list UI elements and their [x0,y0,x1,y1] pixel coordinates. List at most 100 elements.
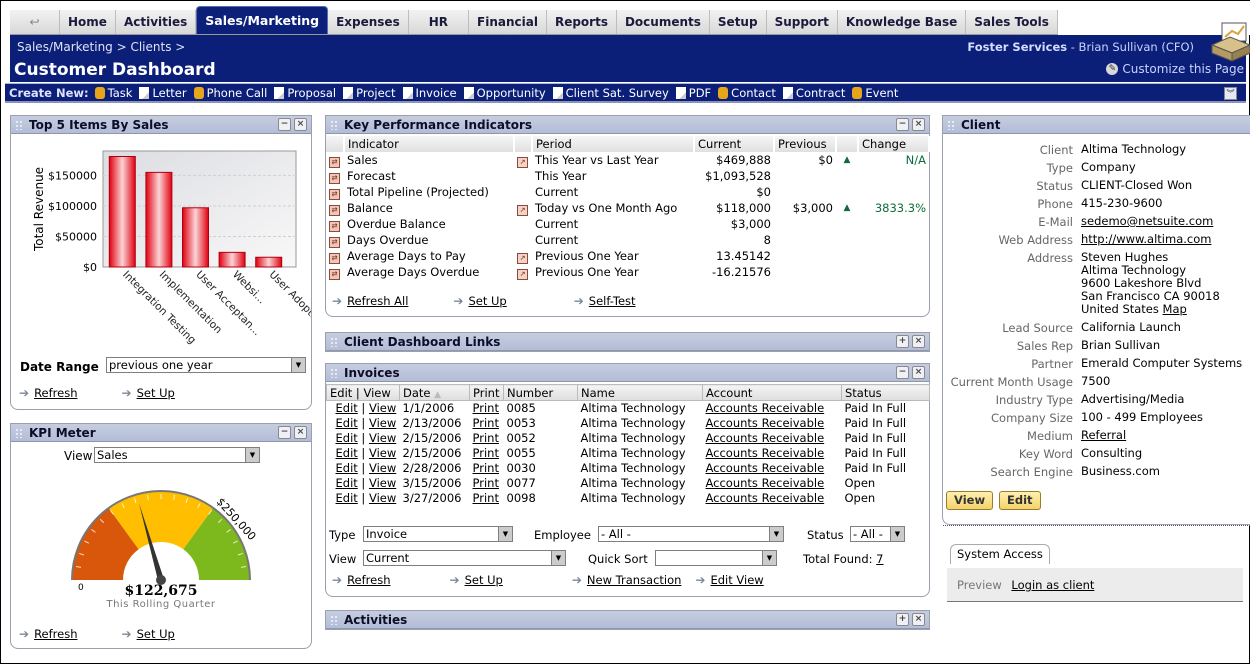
new-transaction-link[interactable]: ➔ New Transaction [572,573,682,587]
refresh-label[interactable]: Refresh [347,573,390,587]
minimize-icon[interactable]: − [896,366,909,379]
tab-support[interactable]: Support [767,10,838,34]
kpi-options-icon[interactable]: ⇄ [329,221,340,232]
print-link[interactable]: Print [473,401,499,415]
self-test-link[interactable]: ➔ Self-Test [574,294,636,308]
view-link[interactable]: View [369,476,396,490]
kpi-options-icon[interactable]: ⇄ [329,253,340,264]
minimize-icon[interactable]: − [278,118,291,131]
close-icon[interactable]: × [912,613,925,626]
bar[interactable] [145,171,173,268]
edit-link[interactable]: Edit [336,431,358,445]
account-link[interactable]: Accounts Receivable [706,431,825,445]
view-link[interactable]: View [369,401,396,415]
setup-link[interactable]: ➔ Set Up [122,386,175,400]
create-event-link[interactable]: Event [852,86,898,100]
drag-handle-icon[interactable] [15,119,23,130]
portlet-header[interactable]: KPI Meter − × [11,424,311,442]
self-test-label[interactable]: Self-Test [589,294,636,308]
create-opportunity-link[interactable]: Opportunity [463,86,546,100]
kpi-options-icon[interactable]: ⇄ [329,269,340,280]
view-link[interactable]: View [369,491,396,505]
drag-handle-icon[interactable] [330,367,338,378]
print-link[interactable]: Print [473,416,499,430]
kpi-options-icon[interactable]: ⇄ [329,237,340,248]
expand-icon[interactable]: + [896,335,909,348]
account-link[interactable]: Accounts Receivable [706,491,825,505]
tab-hr[interactable]: HR [409,10,470,34]
edit-link[interactable]: Edit [336,491,358,505]
refresh-link[interactable]: ➔ Refresh [332,573,391,587]
view-button[interactable]: View [946,491,994,510]
create-pdf-link[interactable]: PDF [675,86,711,100]
print-link[interactable]: Print [473,431,499,445]
bar[interactable] [218,251,246,268]
minimize-icon[interactable]: − [896,118,909,131]
breadcrumb[interactable]: Sales/Marketing > Clients > [17,40,185,54]
edit-link[interactable]: Edit [336,416,358,430]
create-contract-link[interactable]: Contract [782,86,845,100]
create-project-link[interactable]: Project [343,86,396,100]
close-icon[interactable]: × [912,118,925,131]
kpi-options-icon[interactable]: ⇄ [329,157,340,168]
setup-link[interactable]: ➔ Set Up [453,294,506,308]
account-link[interactable]: Accounts Receivable [706,401,825,415]
edit-link[interactable]: Edit [336,446,358,460]
account-link[interactable]: Accounts Receivable [706,446,825,460]
edit-link[interactable]: Edit [336,476,358,490]
portlet-header[interactable]: Activities + × [326,611,929,629]
create-proposal-link[interactable]: Proposal [274,86,336,100]
tab-sales-marketing[interactable]: Sales/Marketing [196,6,329,34]
employee-select[interactable]: - All - ▼ [598,526,784,542]
print-link[interactable]: Print [473,491,499,505]
tab-activities[interactable]: Activities [116,10,197,34]
edit-view-label[interactable]: Edit View [710,573,763,587]
date-range-select[interactable]: previous one year ▼ [106,357,306,373]
print-link[interactable]: Print [473,446,499,460]
drag-handle-icon[interactable] [330,336,338,347]
kpi-options-icon[interactable]: ⇄ [329,205,340,216]
edit-link[interactable]: Edit [336,401,358,415]
refresh-label[interactable]: Refresh [34,627,77,641]
print-link[interactable]: Print [473,461,499,475]
portlet-header[interactable]: Client Dashboard Links + × [326,333,929,351]
quick-sort-select[interactable]: ▼ [655,550,777,566]
drag-handle-icon[interactable] [330,119,338,130]
create-contact-link[interactable]: Contact [718,86,776,100]
account-link[interactable]: Accounts Receivable [706,461,825,475]
tab-reports[interactable]: Reports [547,10,617,34]
setup-label[interactable]: Set Up [137,627,175,641]
bar[interactable] [182,207,209,268]
create-letter-link[interactable]: Letter [139,86,187,100]
setup-label[interactable]: Set Up [137,386,175,400]
close-icon[interactable]: × [912,335,925,348]
refresh-label[interactable]: Refresh [34,386,77,400]
view-link[interactable]: View [369,446,396,460]
close-icon[interactable]: × [294,118,307,131]
tab-sales-tools[interactable]: Sales Tools [966,10,1058,34]
portlet-header[interactable]: Invoices − × [326,364,929,382]
kpi-options-icon[interactable]: ⇄ [329,173,340,184]
tab-home[interactable]: Home [60,10,116,34]
view-link[interactable]: View [369,431,396,445]
edit-link[interactable]: Edit [336,461,358,475]
status-select[interactable]: - All - ▼ [850,526,905,542]
collapse-toolbar-icon[interactable]: ︾ [1224,87,1237,100]
total-found-value[interactable]: 7 [876,552,883,566]
login-as-client-link[interactable]: Login as client [1011,578,1094,592]
account-link[interactable]: Accounts Receivable [706,476,825,490]
inv-col-date[interactable]: Date ▲ [399,384,470,401]
trend-chart-icon[interactable]: ↗ [517,269,528,280]
bar[interactable] [108,155,136,268]
account-link[interactable]: Accounts Receivable [706,416,825,430]
new-transaction-label[interactable]: New Transaction [587,573,682,587]
portlet-header[interactable]: Client [943,116,1250,134]
minimize-icon[interactable]: − [278,426,291,439]
setup-label[interactable]: Set Up [465,573,503,587]
map-link[interactable]: Map [1163,302,1187,316]
refresh-all-link[interactable]: ➔ Refresh All [332,294,408,308]
refresh-link[interactable]: ➔ Refresh [19,627,78,641]
type-select[interactable]: Invoice ▼ [363,526,513,542]
field-link[interactable]: Referral [1081,428,1126,442]
edit-view-link[interactable]: ➔ Edit View [695,573,763,587]
